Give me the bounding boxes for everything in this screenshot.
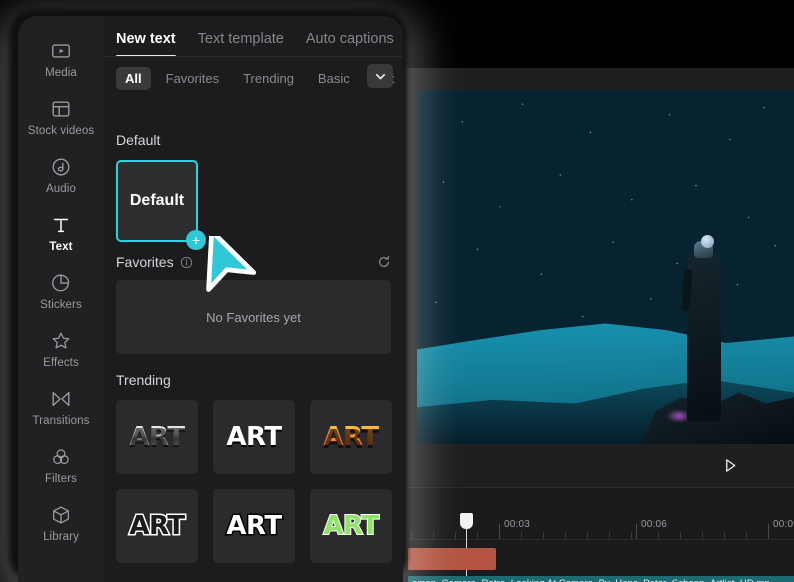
sidebar-item-library[interactable]: Library [24, 496, 98, 550]
audio-icon [50, 156, 72, 178]
clip-label: oman, Camera, Retro, Looking At Camera_B… [412, 578, 770, 582]
sidebar-item-transitions[interactable]: Transitions [24, 380, 98, 434]
sidebar-item-label: Library [43, 531, 79, 543]
chip-basic[interactable]: Basic [309, 67, 359, 90]
text-style-tile[interactable]: ART [116, 400, 198, 474]
tab-new-text[interactable]: New text [116, 31, 176, 57]
sidebar-item-label: Stickers [40, 299, 82, 311]
sidebar-item-stock-videos[interactable]: Stock videos [24, 90, 98, 144]
panel-scroll-area[interactable]: Default Default + Favorites No Favorites… [104, 120, 403, 582]
effects-icon [50, 330, 72, 352]
panel-tabs: New text Text template Auto captions « [104, 16, 403, 57]
left-panel: Media Stock videos Audio Text Stickers E… [18, 16, 403, 582]
text-style-tile[interactable]: ART [213, 489, 295, 563]
screen: 00:03 00:06 00:09 [0, 0, 794, 582]
filter-chips: All Favorites Trending Basic Lux [104, 57, 403, 100]
stickers-icon [50, 272, 72, 294]
text-icon [50, 214, 72, 236]
timeline-clip-audio[interactable] [408, 548, 496, 570]
text-style-tile[interactable]: ART [310, 489, 392, 563]
info-icon[interactable] [180, 256, 193, 269]
tile-art-label: ART [322, 510, 380, 542]
default-text-card[interactable]: Default + [116, 160, 206, 250]
playhead-handle[interactable] [460, 513, 473, 529]
tile-art-label: ART [224, 422, 283, 455]
timeline[interactable]: 00:03 00:06 00:09 [403, 488, 794, 582]
sidebar-item-label: Media [45, 67, 77, 79]
ruler-label: 00:06 [641, 519, 668, 530]
text-style-tile[interactable]: ART [213, 400, 295, 474]
text-style-tile[interactable]: ART [310, 400, 392, 474]
trending-grid: ART ART ART ART ART ART [104, 388, 403, 563]
sidebar-item-label: Audio [46, 183, 76, 195]
ruler-label: 00:03 [504, 519, 531, 530]
section-title-default: Default [116, 132, 161, 148]
section-title-trending: Trending [116, 372, 171, 388]
chevron-down-icon[interactable] [367, 64, 393, 88]
person-silhouette [681, 235, 725, 422]
section-title-favorites: Favorites [116, 254, 174, 270]
chip-all[interactable]: All [116, 67, 151, 90]
video-preview[interactable] [417, 90, 794, 444]
app-top-bar [403, 0, 794, 68]
sidebar-item-stickers[interactable]: Stickers [24, 264, 98, 318]
tile-art-label: ART [129, 422, 185, 452]
favorites-empty-text: No Favorites yet [206, 309, 301, 325]
ruler-label: 00:09 [773, 519, 794, 530]
tab-text-template[interactable]: Text template [198, 31, 284, 57]
tile-art-label: ART [128, 510, 187, 543]
sidebar-item-text[interactable]: Text [24, 206, 98, 260]
tile-art-label: ART [323, 422, 379, 452]
sidebar-item-effects[interactable]: Effects [24, 322, 98, 376]
filters-icon [50, 446, 72, 468]
transitions-icon [50, 388, 72, 410]
panel-content: New text Text template Auto captions « A… [104, 16, 403, 582]
media-icon [50, 40, 72, 62]
chip-trending[interactable]: Trending [234, 67, 303, 90]
sidebar-item-label: Transitions [32, 415, 90, 427]
sidebar-item-label: Stock videos [27, 125, 95, 137]
sidebar-item-media[interactable]: Media [24, 32, 98, 86]
default-card-label: Default [129, 192, 185, 209]
favorites-empty-state: No Favorites yet [116, 280, 391, 354]
transport-bar [403, 444, 794, 487]
sidebar-item-audio[interactable]: Audio [24, 148, 98, 202]
sidebar-item-label: Filters [44, 473, 77, 485]
library-icon [50, 504, 72, 526]
editor-main-area: 00:03 00:06 00:09 [403, 0, 794, 582]
section-header-favorites: Favorites [104, 242, 403, 270]
tab-auto-captions[interactable]: Auto captions [306, 31, 394, 57]
play-icon[interactable] [721, 456, 739, 474]
timeline-clip-video[interactable]: oman, Camera, Retro, Looking At Camera_B… [408, 576, 794, 582]
sidebar-item-filters[interactable]: Filters [24, 438, 98, 492]
stock-videos-icon [50, 98, 72, 120]
chip-favorites[interactable]: Favorites [157, 67, 228, 90]
sidebar-item-label: Effects [43, 357, 79, 369]
sidebar-rail: Media Stock videos Audio Text Stickers E… [18, 16, 104, 582]
tile-art-label: ART [225, 510, 284, 543]
add-icon[interactable]: + [186, 230, 206, 250]
refresh-icon[interactable] [377, 255, 391, 269]
sidebar-item-label: Text [49, 241, 73, 253]
text-style-tile[interactable]: ART [116, 489, 198, 563]
